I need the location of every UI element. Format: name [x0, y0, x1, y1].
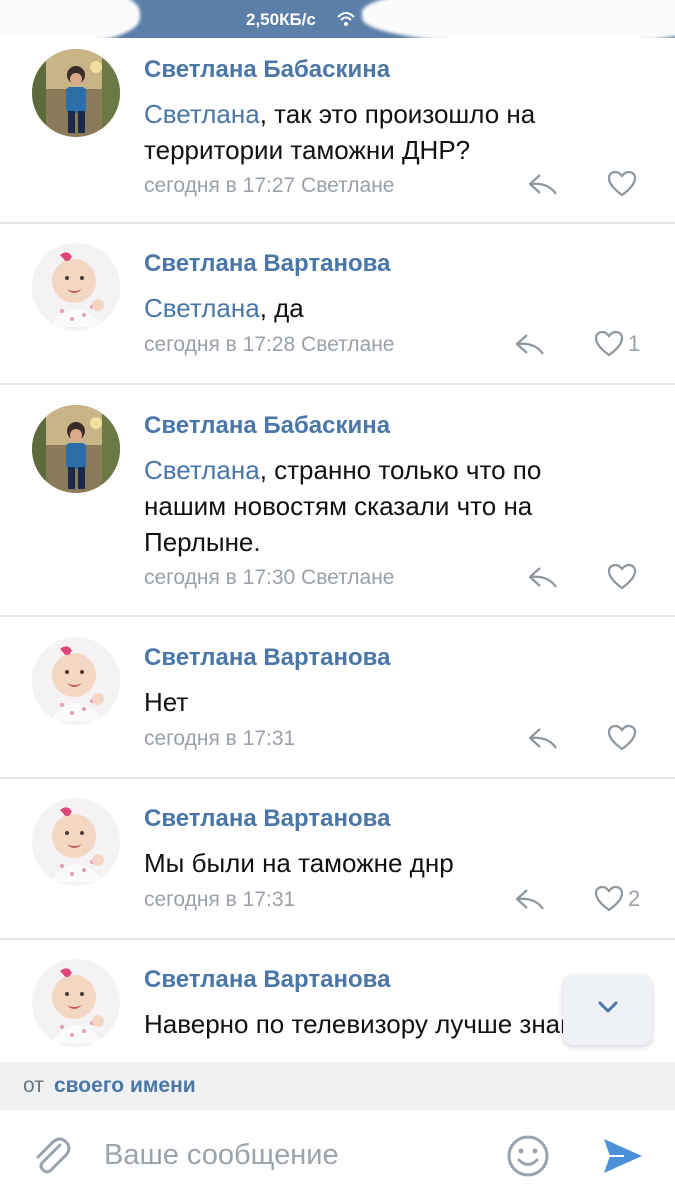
comment-item: Светлана Бабаскина Светлана, так это про…: [0, 38, 675, 223]
comment-text: Светлана, так это произошло на территори…: [144, 99, 536, 165]
comment-meta: сегодня в 17:28 Светлане: [144, 333, 395, 356]
comments-feed[interactable]: Светлана Бабаскина Светлана, так это про…: [0, 38, 675, 1062]
reply-icon[interactable]: [526, 724, 560, 752]
divider: [0, 615, 675, 617]
comment-author[interactable]: Светлана Бабаскина: [144, 56, 390, 84]
reply-icon[interactable]: [513, 885, 547, 913]
comment-author[interactable]: Светлана Вартанова: [144, 966, 390, 994]
post-as-bar[interactable]: от своего имени: [0, 1062, 675, 1110]
comment-author[interactable]: Светлана Вартанова: [144, 644, 390, 672]
send-icon[interactable]: [602, 1136, 644, 1176]
paperclip-icon[interactable]: [30, 1133, 72, 1177]
post-as-prefix: от: [23, 1074, 44, 1097]
avatar[interactable]: [32, 959, 120, 1047]
comment-meta: сегодня в 17:31: [144, 727, 296, 750]
heart-icon[interactable]: [607, 563, 637, 591]
comment-meta: сегодня в 17:27 Светлане: [144, 174, 395, 197]
reply-icon[interactable]: [526, 170, 560, 198]
avatar[interactable]: [32, 49, 120, 137]
redaction-left: [0, 0, 140, 38]
mention-link[interactable]: Светлана: [144, 293, 260, 323]
mention-link[interactable]: Светлана: [144, 99, 260, 129]
heart-icon[interactable]: [607, 170, 637, 198]
divider: [0, 938, 675, 940]
comment-item: Светлана Вартанова Мы были на таможне дн…: [0, 787, 675, 938]
divider: [0, 222, 675, 224]
comment-text: Наверно по телевизору лучше знают: [144, 1009, 591, 1039]
avatar[interactable]: [32, 637, 120, 725]
comment-text: Светлана, да: [144, 293, 304, 323]
comment-author[interactable]: Светлана Бабаскина: [144, 412, 390, 440]
status-bar: 2,50КБ/с: [0, 0, 675, 38]
comment-author[interactable]: Светлана Вартанова: [144, 250, 390, 278]
comment-text: Нет: [144, 687, 189, 717]
emoji-icon[interactable]: [506, 1134, 550, 1178]
avatar[interactable]: [32, 798, 120, 886]
mention-link[interactable]: Светлана: [144, 455, 260, 485]
heart-icon[interactable]: [594, 330, 624, 358]
comment-item: Светлана Бабаскина Светлана, странно тол…: [0, 394, 675, 615]
comment-meta: сегодня в 17:30 Светлане: [144, 566, 395, 589]
reply-icon[interactable]: [526, 563, 560, 591]
redaction-right: [362, 0, 675, 38]
heart-icon[interactable]: [594, 885, 624, 913]
comment-item: Светлана Вартанова Светлана, да сегодня …: [0, 232, 675, 383]
chevron-down-icon: [598, 1001, 618, 1013]
comment-meta: сегодня в 17:31: [144, 888, 296, 911]
heart-icon[interactable]: [607, 724, 637, 752]
wifi-icon: [337, 12, 355, 26]
compose-bar: [0, 1110, 675, 1200]
like-count: 2: [628, 886, 641, 911]
post-as-selector[interactable]: своего имени: [54, 1074, 196, 1098]
avatar[interactable]: [32, 405, 120, 493]
like-count: 1: [628, 331, 641, 356]
comment-author[interactable]: Светлана Вартанова: [144, 805, 390, 833]
divider: [0, 777, 675, 779]
divider: [0, 383, 675, 385]
comment-text: Мы были на таможне днр: [144, 848, 454, 878]
avatar[interactable]: [32, 243, 120, 331]
network-speed: 2,50КБ/с: [246, 10, 316, 29]
message-input[interactable]: [104, 1134, 474, 1176]
reply-icon[interactable]: [513, 330, 547, 358]
comment-text: Светлана, странно только что по нашим но…: [144, 455, 542, 557]
comment-item: Светлана Вартанова Нет сегодня в 17:31: [0, 626, 675, 777]
scroll-down-button[interactable]: [563, 975, 652, 1045]
